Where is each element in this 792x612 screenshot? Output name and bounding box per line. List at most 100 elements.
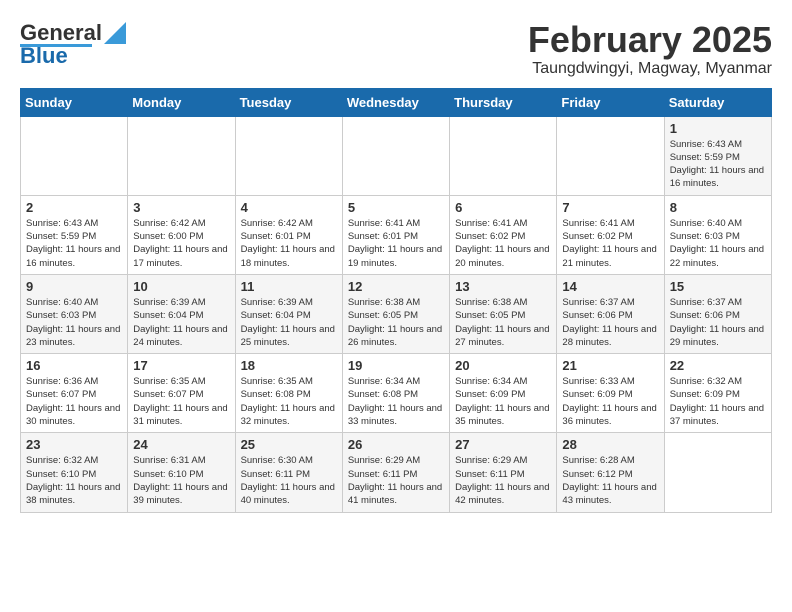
day-info: Sunrise: 6:31 AMSunset: 6:10 PMDaylight:… bbox=[133, 454, 229, 507]
day-info: Sunrise: 6:40 AMSunset: 6:03 PMDaylight:… bbox=[670, 217, 766, 270]
day-info: Sunrise: 6:43 AMSunset: 5:59 PMDaylight:… bbox=[26, 217, 122, 270]
logo-arrow-icon bbox=[104, 22, 126, 44]
calendar-table: SundayMondayTuesdayWednesdayThursdayFrid… bbox=[20, 88, 772, 513]
weekday-header-row: SundayMondayTuesdayWednesdayThursdayFrid… bbox=[21, 88, 772, 116]
calendar-day-cell: 27 Sunrise: 6:29 AMSunset: 6:11 PMDayligh… bbox=[450, 433, 557, 512]
day-info: Sunrise: 6:38 AMSunset: 6:05 PMDaylight:… bbox=[455, 296, 551, 349]
calendar-day-cell: 21 Sunrise: 6:33 AMSunset: 6:09 PMDayligh… bbox=[557, 354, 664, 433]
day-number: 3 bbox=[133, 200, 229, 215]
calendar-day-cell: 10 Sunrise: 6:39 AMSunset: 6:04 PMDayligh… bbox=[128, 274, 235, 353]
day-number: 18 bbox=[241, 358, 337, 373]
day-info: Sunrise: 6:40 AMSunset: 6:03 PMDaylight:… bbox=[26, 296, 122, 349]
calendar-day-cell bbox=[235, 116, 342, 195]
calendar-day-cell bbox=[557, 116, 664, 195]
day-info: Sunrise: 6:42 AMSunset: 6:00 PMDaylight:… bbox=[133, 217, 229, 270]
day-info: Sunrise: 6:43 AMSunset: 5:59 PMDaylight:… bbox=[670, 138, 766, 191]
logo: General Blue bbox=[20, 20, 126, 69]
day-number: 2 bbox=[26, 200, 122, 215]
calendar-day-cell bbox=[450, 116, 557, 195]
calendar-day-cell: 7Sunrise: 6:41 AMSunset: 6:02 PMDaylight… bbox=[557, 195, 664, 274]
calendar-day-cell: 8 Sunrise: 6:40 AMSunset: 6:03 PMDaylight… bbox=[664, 195, 771, 274]
day-number: 28 bbox=[562, 437, 658, 452]
calendar-day-cell bbox=[128, 116, 235, 195]
page-header: General Blue February 2025 Taungdwingyi,… bbox=[20, 20, 772, 78]
day-info: Sunrise: 6:42 AMSunset: 6:01 PMDaylight:… bbox=[241, 217, 337, 270]
day-info: Sunrise: 6:34 AMSunset: 6:08 PMDaylight:… bbox=[348, 375, 444, 428]
calendar-day-cell: 23 Sunrise: 6:32 AMSunset: 6:10 PMDayligh… bbox=[21, 433, 128, 512]
calendar-day-cell: 19 Sunrise: 6:34 AMSunset: 6:08 PMDayligh… bbox=[342, 354, 449, 433]
day-number: 20 bbox=[455, 358, 551, 373]
day-number: 16 bbox=[26, 358, 122, 373]
day-number: 21 bbox=[562, 358, 658, 373]
day-number: 6 bbox=[455, 200, 551, 215]
day-info: Sunrise: 6:33 AMSunset: 6:09 PMDaylight:… bbox=[562, 375, 658, 428]
day-info: Sunrise: 6:32 AMSunset: 6:09 PMDaylight:… bbox=[670, 375, 766, 428]
day-info: Sunrise: 6:39 AMSunset: 6:04 PMDaylight:… bbox=[241, 296, 337, 349]
logo-blue: Blue bbox=[20, 43, 68, 69]
day-info: Sunrise: 6:35 AMSunset: 6:07 PMDaylight:… bbox=[133, 375, 229, 428]
day-info: Sunrise: 6:36 AMSunset: 6:07 PMDaylight:… bbox=[26, 375, 122, 428]
day-number: 5 bbox=[348, 200, 444, 215]
weekday-header-tuesday: Tuesday bbox=[235, 88, 342, 116]
calendar-day-cell: 14 Sunrise: 6:37 AMSunset: 6:06 PMDayligh… bbox=[557, 274, 664, 353]
day-info: Sunrise: 6:37 AMSunset: 6:06 PMDaylight:… bbox=[562, 296, 658, 349]
day-number: 15 bbox=[670, 279, 766, 294]
calendar-day-cell: 28Sunrise: 6:28 AMSunset: 6:12 PMDayligh… bbox=[557, 433, 664, 512]
weekday-header-saturday: Saturday bbox=[664, 88, 771, 116]
calendar-week-row: 9Sunrise: 6:40 AMSunset: 6:03 PMDaylight… bbox=[21, 274, 772, 353]
weekday-header-sunday: Sunday bbox=[21, 88, 128, 116]
day-info: Sunrise: 6:41 AMSunset: 6:02 PMDaylight:… bbox=[562, 217, 658, 270]
page-title: February 2025 bbox=[528, 20, 772, 60]
calendar-day-cell: 3 Sunrise: 6:42 AMSunset: 6:00 PMDaylight… bbox=[128, 195, 235, 274]
calendar-day-cell: 9Sunrise: 6:40 AMSunset: 6:03 PMDaylight… bbox=[21, 274, 128, 353]
weekday-header-wednesday: Wednesday bbox=[342, 88, 449, 116]
calendar-day-cell bbox=[21, 116, 128, 195]
calendar-day-cell: 15 Sunrise: 6:37 AMSunset: 6:06 PMDayligh… bbox=[664, 274, 771, 353]
weekday-header-monday: Monday bbox=[128, 88, 235, 116]
logo-general: General bbox=[20, 20, 102, 46]
day-info: Sunrise: 6:41 AMSunset: 6:02 PMDaylight:… bbox=[455, 217, 551, 270]
calendar-day-cell: 20 Sunrise: 6:34 AMSunset: 6:09 PMDayligh… bbox=[450, 354, 557, 433]
day-number: 10 bbox=[133, 279, 229, 294]
day-number: 27 bbox=[455, 437, 551, 452]
calendar-day-cell bbox=[664, 433, 771, 512]
calendar-week-row: 1 Sunrise: 6:43 AMSunset: 5:59 PMDaylight… bbox=[21, 116, 772, 195]
calendar-day-cell: 11 Sunrise: 6:39 AMSunset: 6:04 PMDayligh… bbox=[235, 274, 342, 353]
day-number: 11 bbox=[241, 279, 337, 294]
day-info: Sunrise: 6:32 AMSunset: 6:10 PMDaylight:… bbox=[26, 454, 122, 507]
day-number: 22 bbox=[670, 358, 766, 373]
calendar-week-row: 23 Sunrise: 6:32 AMSunset: 6:10 PMDayligh… bbox=[21, 433, 772, 512]
calendar-day-cell: 24 Sunrise: 6:31 AMSunset: 6:10 PMDayligh… bbox=[128, 433, 235, 512]
calendar-week-row: 2 Sunrise: 6:43 AMSunset: 5:59 PMDaylight… bbox=[21, 195, 772, 274]
day-info: Sunrise: 6:29 AMSunset: 6:11 PMDaylight:… bbox=[455, 454, 551, 507]
calendar-week-row: 16 Sunrise: 6:36 AMSunset: 6:07 PMDayligh… bbox=[21, 354, 772, 433]
day-info: Sunrise: 6:39 AMSunset: 6:04 PMDaylight:… bbox=[133, 296, 229, 349]
calendar-day-cell: 25 Sunrise: 6:30 AMSunset: 6:11 PMDayligh… bbox=[235, 433, 342, 512]
day-info: Sunrise: 6:35 AMSunset: 6:08 PMDaylight:… bbox=[241, 375, 337, 428]
calendar-day-cell: 13 Sunrise: 6:38 AMSunset: 6:05 PMDayligh… bbox=[450, 274, 557, 353]
calendar-day-cell: 17Sunrise: 6:35 AMSunset: 6:07 PMDayligh… bbox=[128, 354, 235, 433]
day-info: Sunrise: 6:30 AMSunset: 6:11 PMDaylight:… bbox=[241, 454, 337, 507]
day-info: Sunrise: 6:37 AMSunset: 6:06 PMDaylight:… bbox=[670, 296, 766, 349]
day-number: 4 bbox=[241, 200, 337, 215]
calendar-day-cell: 12Sunrise: 6:38 AMSunset: 6:05 PMDayligh… bbox=[342, 274, 449, 353]
day-info: Sunrise: 6:29 AMSunset: 6:11 PMDaylight:… bbox=[348, 454, 444, 507]
weekday-header-thursday: Thursday bbox=[450, 88, 557, 116]
page-subtitle: Taungdwingyi, Magway, Myanmar bbox=[528, 60, 772, 78]
calendar-day-cell: 1 Sunrise: 6:43 AMSunset: 5:59 PMDaylight… bbox=[664, 116, 771, 195]
day-number: 23 bbox=[26, 437, 122, 452]
title-block: February 2025 Taungdwingyi, Magway, Myan… bbox=[528, 20, 772, 78]
day-number: 8 bbox=[670, 200, 766, 215]
day-number: 19 bbox=[348, 358, 444, 373]
calendar-day-cell bbox=[342, 116, 449, 195]
day-number: 24 bbox=[133, 437, 229, 452]
calendar-day-cell: 4 Sunrise: 6:42 AMSunset: 6:01 PMDaylight… bbox=[235, 195, 342, 274]
day-number: 13 bbox=[455, 279, 551, 294]
day-info: Sunrise: 6:41 AMSunset: 6:01 PMDaylight:… bbox=[348, 217, 444, 270]
day-info: Sunrise: 6:34 AMSunset: 6:09 PMDaylight:… bbox=[455, 375, 551, 428]
day-number: 1 bbox=[670, 121, 766, 136]
day-info: Sunrise: 6:38 AMSunset: 6:05 PMDaylight:… bbox=[348, 296, 444, 349]
day-number: 25 bbox=[241, 437, 337, 452]
day-number: 14 bbox=[562, 279, 658, 294]
weekday-header-friday: Friday bbox=[557, 88, 664, 116]
